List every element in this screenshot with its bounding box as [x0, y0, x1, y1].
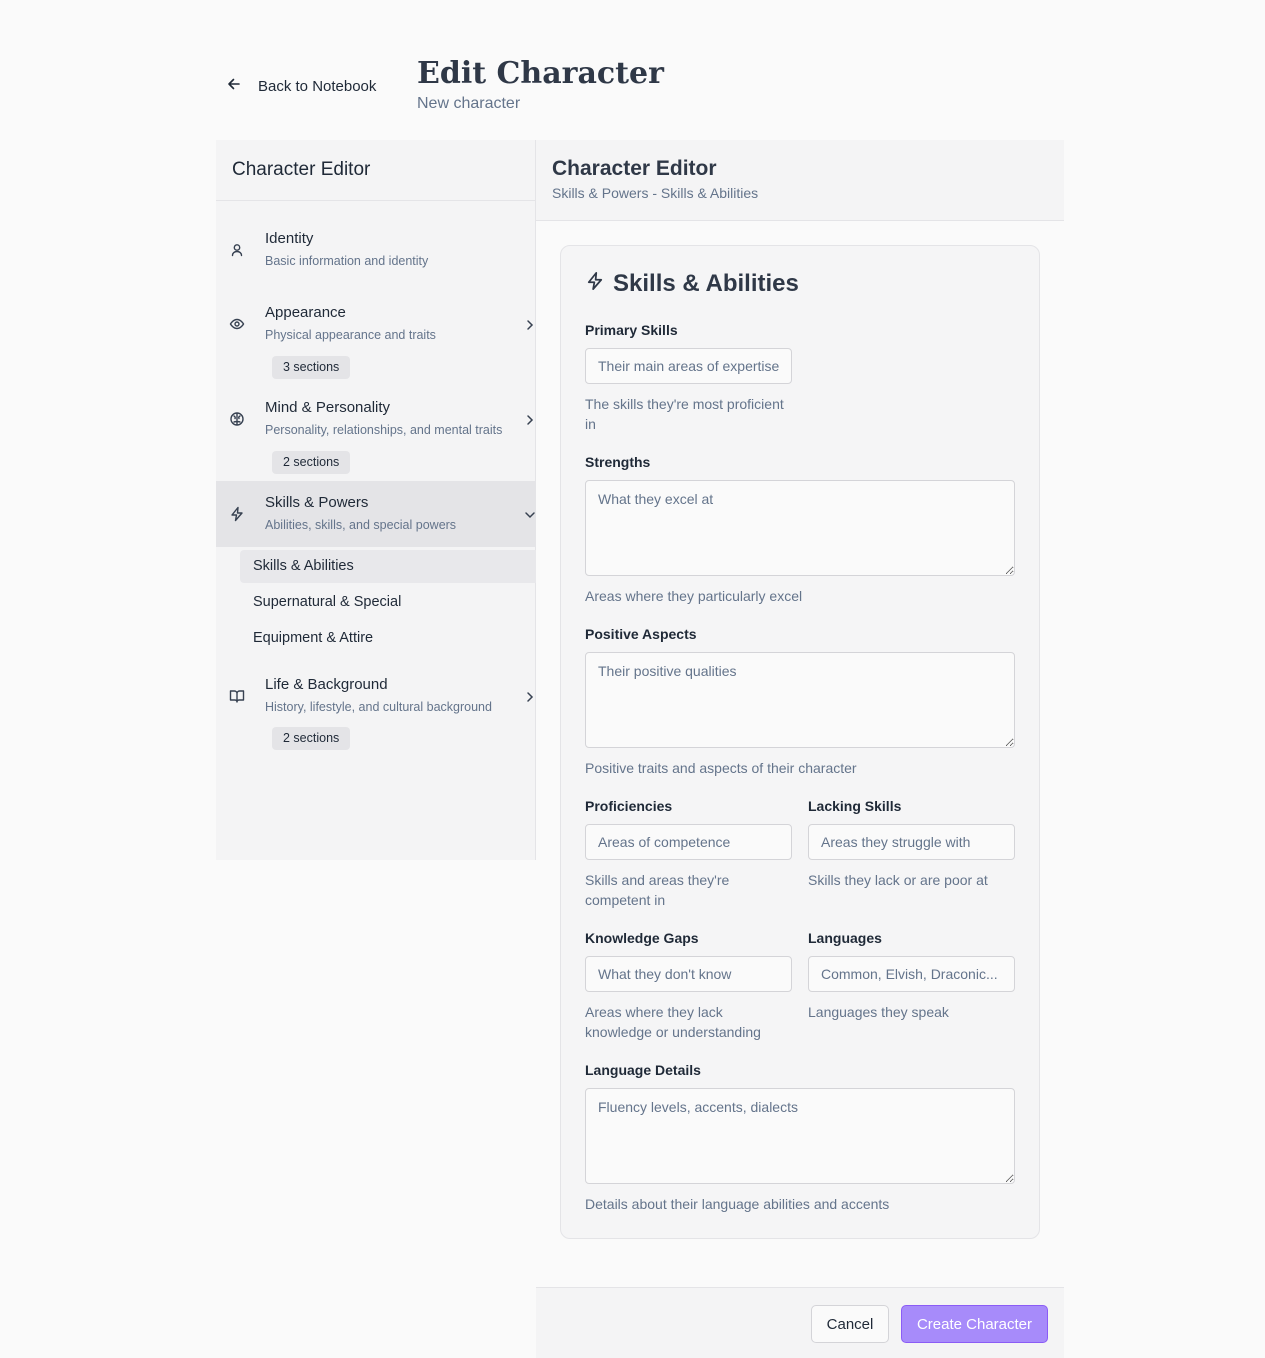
knowledge-gaps-field: Knowledge Gaps Areas where they lack kno…	[585, 930, 792, 1042]
lightning-icon	[229, 506, 245, 522]
field-hint: Skills and areas they're competent in	[585, 872, 730, 908]
proficiencies-field: Proficiencies Skills and areas they're c…	[585, 798, 792, 910]
field-label: Lacking Skills	[808, 798, 902, 814]
page-subtitle: New character	[417, 95, 521, 112]
sidebar-item-label: Mind & Personality	[265, 399, 391, 416]
skills-abilities-card: Skills & Abilities Primary Skills The sk…	[560, 245, 1040, 1239]
brain-icon	[229, 411, 245, 427]
card-title: Skills & Abilities	[585, 270, 799, 298]
field-label: Proficiencies	[585, 798, 673, 814]
sections-badge: 3 sections	[272, 356, 351, 379]
sidebar-item-desc: Personality, relationships, and mental t…	[265, 423, 503, 437]
chevron-right-icon	[524, 413, 536, 425]
arrow-left-icon	[226, 76, 242, 96]
main-title: Character Editor	[552, 157, 717, 180]
proficiencies-input[interactable]	[585, 824, 792, 860]
form-footer: Cancel Create Character	[536, 1287, 1064, 1358]
page-title: Edit Character	[417, 56, 664, 91]
field-hint: Languages they speak	[808, 1004, 949, 1020]
sections-badge: 2 sections	[272, 727, 351, 750]
sidebar-subitem-skills-abilities[interactable]: Skills & Abilities	[240, 550, 536, 583]
primary-skills-field: Primary Skills The skills they're most p…	[585, 322, 792, 434]
positive-aspects-field: Positive Aspects Positive traits and asp…	[585, 626, 1015, 778]
eye-icon	[229, 316, 245, 332]
sidebar-item-identity[interactable]: Identity Basic information and identity	[216, 217, 536, 283]
back-to-notebook-button[interactable]: Back to Notebook	[226, 74, 376, 98]
back-label: Back to Notebook	[258, 77, 377, 95]
sidebar-item-life-background[interactable]: Life & Background History, lifestyle, an…	[216, 663, 536, 729]
breadcrumb: Skills & Powers - Skills & Abilities	[552, 185, 759, 201]
sections-badge: 2 sections	[272, 451, 351, 474]
sidebar-item-desc: Abilities, skills, and special powers	[265, 518, 457, 532]
field-hint: Skills they lack or are poor at	[808, 872, 988, 888]
field-label: Positive Aspects	[585, 626, 697, 642]
field-label: Knowledge Gaps	[585, 930, 699, 946]
lightning-icon	[585, 270, 605, 298]
sidebar-item-label: Appearance	[265, 304, 346, 321]
cancel-button[interactable]: Cancel	[811, 1305, 889, 1343]
field-hint: The skills they're most proficient in	[585, 396, 784, 432]
chevron-right-icon	[524, 690, 536, 702]
field-hint: Details about their language abilities a…	[585, 1196, 890, 1212]
language-details-field: Language Details Details about their lan…	[585, 1062, 1015, 1214]
sidebar-item-label: Skills & Powers	[265, 494, 369, 511]
sidebar-subitem-supernatural-special[interactable]: Supernatural & Special	[240, 586, 536, 619]
field-label: Primary Skills	[585, 322, 678, 338]
create-character-button[interactable]: Create Character	[901, 1305, 1048, 1343]
user-icon	[229, 242, 245, 258]
sidebar-item-desc: Physical appearance and traits	[265, 328, 436, 342]
language-details-textarea[interactable]	[585, 1088, 1015, 1184]
sidebar: Character Editor Identity Basic informat…	[216, 140, 536, 860]
languages-input[interactable]	[808, 956, 1015, 992]
sidebar-item-desc: History, lifestyle, and cultural backgro…	[265, 700, 492, 714]
sidebar-title: Character Editor	[216, 140, 535, 201]
languages-field: Languages Languages they speak	[808, 930, 1015, 1022]
main-panel: Character Editor Skills & Powers - Skill…	[536, 140, 1064, 1358]
strengths-field: Strengths Areas where they particularly …	[585, 454, 1015, 606]
lacking-skills-input[interactable]	[808, 824, 1015, 860]
field-label: Language Details	[585, 1062, 701, 1078]
positive-aspects-textarea[interactable]	[585, 652, 1015, 748]
card-title-text: Skills & Abilities	[613, 270, 799, 297]
book-icon	[229, 688, 245, 704]
knowledge-gaps-input[interactable]	[585, 956, 792, 992]
chevron-right-icon	[524, 318, 536, 330]
main-header: Character Editor Skills & Powers - Skill…	[536, 140, 1064, 221]
field-label: Strengths	[585, 454, 651, 470]
sidebar-subitem-equipment-attire[interactable]: Equipment & Attire	[240, 622, 536, 655]
primary-skills-input[interactable]	[585, 348, 792, 384]
field-label: Languages	[808, 930, 882, 946]
chevron-down-icon	[524, 508, 536, 520]
sidebar-item-label: Life & Background	[265, 676, 388, 693]
field-hint: Positive traits and aspects of their cha…	[585, 760, 857, 776]
sidebar-item-mind-personality[interactable]: Mind & Personality Personality, relation…	[216, 386, 536, 452]
lacking-skills-field: Lacking Skills Skills they lack or are p…	[808, 798, 1015, 890]
sidebar-item-skills-powers[interactable]: Skills & Powers Abilities, skills, and s…	[216, 481, 536, 547]
field-hint: Areas where they lack knowledge or under…	[585, 1004, 761, 1040]
sidebar-item-appearance[interactable]: Appearance Physical appearance and trait…	[216, 291, 536, 357]
page-header: Back to Notebook Edit Character New char…	[216, 56, 1064, 116]
strengths-textarea[interactable]	[585, 480, 1015, 576]
sidebar-item-label: Identity	[265, 230, 314, 247]
sidebar-item-desc: Basic information and identity	[265, 254, 429, 268]
field-hint: Areas where they particularly excel	[585, 588, 803, 604]
